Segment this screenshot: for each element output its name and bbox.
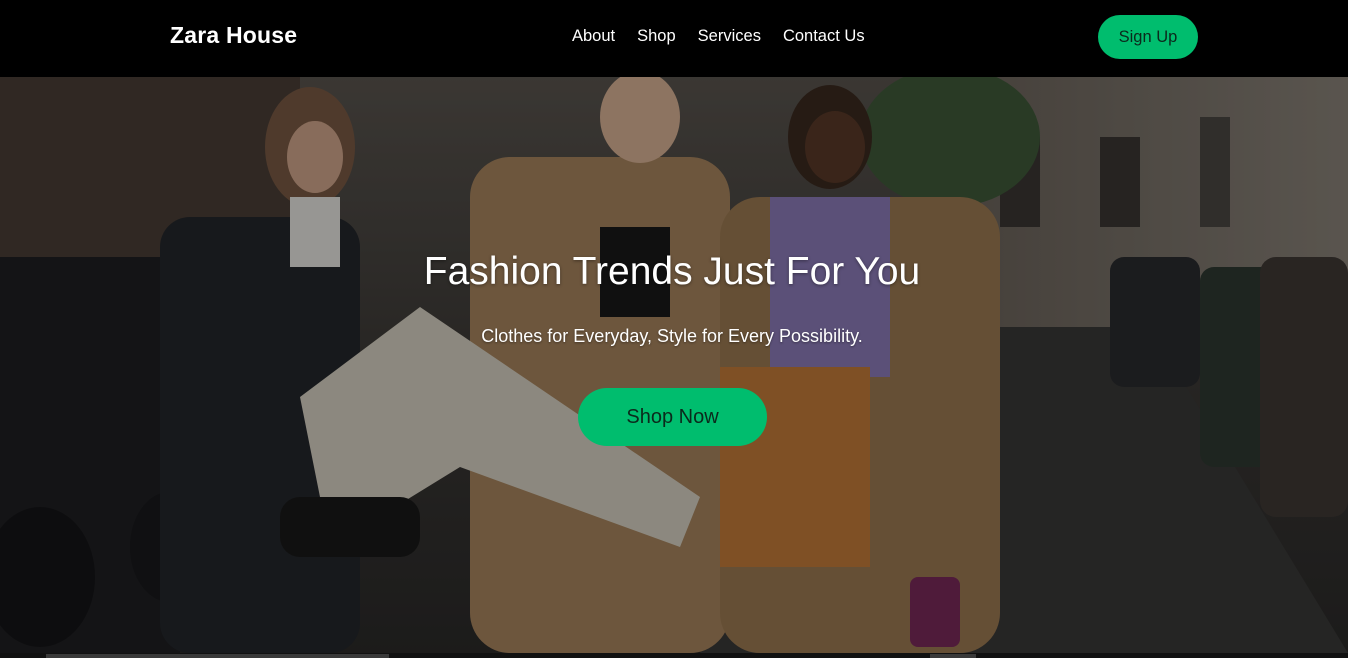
hero-title: Fashion Trends Just For You — [423, 250, 921, 293]
signup-button[interactable]: Sign Up — [1098, 15, 1198, 59]
bottom-edge-segment — [930, 654, 976, 658]
navbar: Zara House About Shop Services Contact U… — [0, 0, 1348, 77]
brand-logo[interactable]: Zara House — [170, 22, 297, 49]
nav-link-about[interactable]: About — [572, 27, 615, 46]
shop-now-button[interactable]: Shop Now — [578, 388, 767, 446]
nav-link-services[interactable]: Services — [698, 27, 761, 46]
hero-subtitle: Clothes for Everyday, Style for Every Po… — [481, 326, 863, 346]
nav-link-contact[interactable]: Contact Us — [783, 27, 865, 46]
nav-links: About Shop Services Contact Us — [572, 27, 887, 46]
hero-section: Fashion Trends Just For You Clothes for … — [0, 77, 1348, 653]
nav-link-shop[interactable]: Shop — [637, 27, 676, 46]
bottom-edge-segment — [46, 654, 389, 658]
hero-content: Fashion Trends Just For You Clothes for … — [0, 77, 1348, 653]
